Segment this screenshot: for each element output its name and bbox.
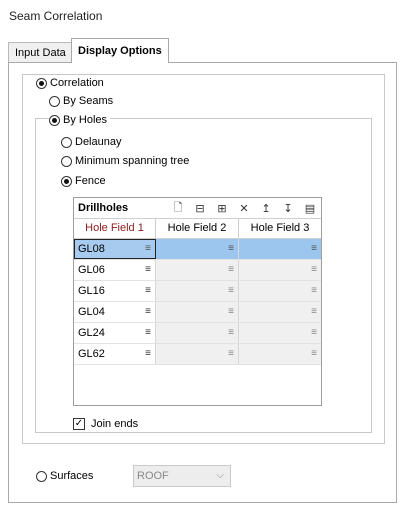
table-cell-hole-field-1[interactable]: GL16 ≡	[74, 281, 156, 301]
cell-menu-icon[interactable]: ≡	[145, 344, 151, 364]
cell-menu-icon[interactable]: ≡	[228, 323, 234, 343]
by-holes-label: By Holes	[63, 114, 108, 126]
surfaces-label: Surfaces	[50, 470, 94, 482]
column-header-hole-field-1[interactable]: Hole Field 1	[74, 219, 156, 238]
grid-header: Hole Field 1 Hole Field 2 Hole Field 3	[74, 219, 321, 239]
delaunay-radio[interactable]: Delaunay	[61, 136, 125, 148]
surface-select-value: ROOF	[137, 470, 169, 482]
table-cell-hole-field-2[interactable]: ≡	[156, 281, 239, 301]
correlation-label: Correlation	[50, 77, 104, 89]
table-cell-hole-field-1[interactable]: GL62 ≡	[74, 344, 156, 364]
cell-menu-icon[interactable]: ≡	[145, 302, 151, 322]
join-ends-checkbox[interactable]: ✓ Join ends	[73, 418, 138, 430]
table-row[interactable]: GL04 ≡ ≡ ≡	[74, 302, 321, 323]
fence-radio-indicator	[61, 175, 72, 187]
grid-body: GL08 ≡ ≡ ≡ GL06 ≡ ≡ ≡ GL16 ≡ ≡ ≡ GL04 ≡ ≡ ≡ GL24 ≡ ≡ ≡ GL62 ≡…	[74, 239, 321, 365]
by-holes-radio[interactable]: By Holes	[49, 114, 111, 126]
delaunay-label: Delaunay	[75, 136, 122, 148]
cell-menu-icon[interactable]: ≡	[228, 302, 234, 322]
cell-menu-icon[interactable]: ≡	[145, 260, 151, 280]
cell-value: GL24	[78, 327, 105, 339]
by-holes-radio-indicator	[49, 114, 60, 126]
table-cell-hole-field-3[interactable]: ≡	[239, 239, 321, 259]
cell-value: GL16	[78, 285, 105, 297]
cell-value: GL06	[78, 264, 105, 276]
join-ends-label: Join ends	[91, 418, 139, 430]
surfaces-radio[interactable]: Surfaces	[36, 470, 97, 482]
column-header-hole-field-3[interactable]: Hole Field 3	[239, 219, 321, 238]
table-cell-hole-field-1[interactable]: GL04 ≡	[74, 302, 156, 322]
table-cell-hole-field-2[interactable]: ≡	[156, 239, 239, 259]
cell-menu-icon[interactable]: ≡	[228, 239, 234, 259]
cell-menu-icon[interactable]: ≡	[311, 302, 317, 322]
minimum-spanning-tree-radio[interactable]: Minimum spanning tree	[61, 155, 193, 167]
surface-select[interactable]: ROOF ⌵	[133, 465, 231, 487]
move-down-icon[interactable]: ↧	[281, 201, 295, 215]
cell-menu-icon[interactable]: ≡	[311, 281, 317, 301]
move-up-icon[interactable]: ↥	[259, 201, 273, 215]
by-seams-label: By Seams	[63, 95, 114, 107]
grid-title: Drillholes	[78, 202, 129, 214]
minimum-spanning-tree-radio-indicator	[61, 155, 72, 167]
table-cell-hole-field-3[interactable]: ≡	[239, 260, 321, 280]
new-row-icon[interactable]: 🗋	[171, 201, 185, 215]
delete-icon[interactable]: ✕	[237, 201, 251, 215]
chevron-down-icon: ⌵	[216, 470, 224, 481]
table-cell-hole-field-1[interactable]: GL24 ≡	[74, 323, 156, 343]
insert-row-icon[interactable]: ⊟	[193, 201, 207, 215]
cell-menu-icon[interactable]: ≡	[311, 260, 317, 280]
tab-strip: Input Data Display Options	[8, 38, 396, 64]
table-row[interactable]: GL24 ≡ ≡ ≡	[74, 323, 321, 344]
surfaces-radio-indicator	[36, 470, 47, 482]
cell-menu-icon[interactable]: ≡	[228, 281, 234, 301]
cell-menu-icon[interactable]: ≡	[145, 281, 151, 301]
table-cell-hole-field-1[interactable]: GL06 ≡	[74, 260, 156, 280]
append-row-icon[interactable]: ⊞	[215, 201, 229, 215]
cell-value: GL62	[78, 348, 105, 360]
table-row[interactable]: GL16 ≡ ≡ ≡	[74, 281, 321, 302]
table-cell-hole-field-2[interactable]: ≡	[156, 323, 239, 343]
fence-label: Fence	[75, 175, 106, 187]
table-cell-hole-field-3[interactable]: ≡	[239, 281, 321, 301]
cell-menu-icon[interactable]: ≡	[228, 260, 234, 280]
table-cell-hole-field-3[interactable]: ≡	[239, 323, 321, 343]
table-cell-hole-field-2[interactable]: ≡	[156, 260, 239, 280]
cell-menu-icon[interactable]: ≡	[311, 323, 317, 343]
delaunay-radio-indicator	[61, 136, 72, 148]
cell-value: GL08	[78, 243, 105, 255]
cell-menu-icon[interactable]: ≡	[145, 323, 151, 343]
table-row[interactable]: GL06 ≡ ≡ ≡	[74, 260, 321, 281]
grid-toolbar: Drillholes 🗋 ⊟ ⊞ ✕ ↥ ↧ ▤	[74, 198, 321, 219]
column-header-hole-field-2[interactable]: Hole Field 2	[156, 219, 239, 238]
tab-input-data[interactable]: Input Data	[8, 42, 73, 63]
cell-menu-icon[interactable]: ≡	[145, 239, 151, 259]
fence-radio[interactable]: Fence	[61, 175, 109, 187]
table-row[interactable]: GL62 ≡ ≡ ≡	[74, 344, 321, 365]
table-cell-hole-field-2[interactable]: ≡	[156, 344, 239, 364]
by-seams-radio-indicator	[49, 95, 60, 107]
table-row[interactable]: GL08 ≡ ≡ ≡	[74, 239, 321, 260]
minimum-spanning-tree-label: Minimum spanning tree	[75, 155, 190, 167]
correlation-radio[interactable]: Correlation	[36, 77, 107, 89]
cell-menu-icon[interactable]: ≡	[311, 344, 317, 364]
cell-value: GL04	[78, 306, 105, 318]
table-cell-hole-field-3[interactable]: ≡	[239, 344, 321, 364]
table-view-icon[interactable]: ▤	[303, 201, 317, 215]
join-ends-checkbox-box: ✓	[73, 418, 85, 430]
cell-menu-icon[interactable]: ≡	[228, 344, 234, 364]
table-cell-hole-field-1[interactable]: GL08 ≡	[74, 239, 156, 259]
drillholes-grid: Drillholes 🗋 ⊟ ⊞ ✕ ↥ ↧ ▤ Hole Field 1 Ho…	[73, 197, 322, 406]
cell-menu-icon[interactable]: ≡	[311, 239, 317, 259]
table-cell-hole-field-2[interactable]: ≡	[156, 302, 239, 322]
table-cell-hole-field-3[interactable]: ≡	[239, 302, 321, 322]
window-title: Seam Correlation	[9, 9, 103, 23]
tab-display-options[interactable]: Display Options	[71, 38, 169, 63]
check-icon: ✓	[74, 418, 84, 429]
by-seams-radio[interactable]: By Seams	[49, 95, 117, 107]
correlation-radio-indicator	[36, 77, 47, 89]
